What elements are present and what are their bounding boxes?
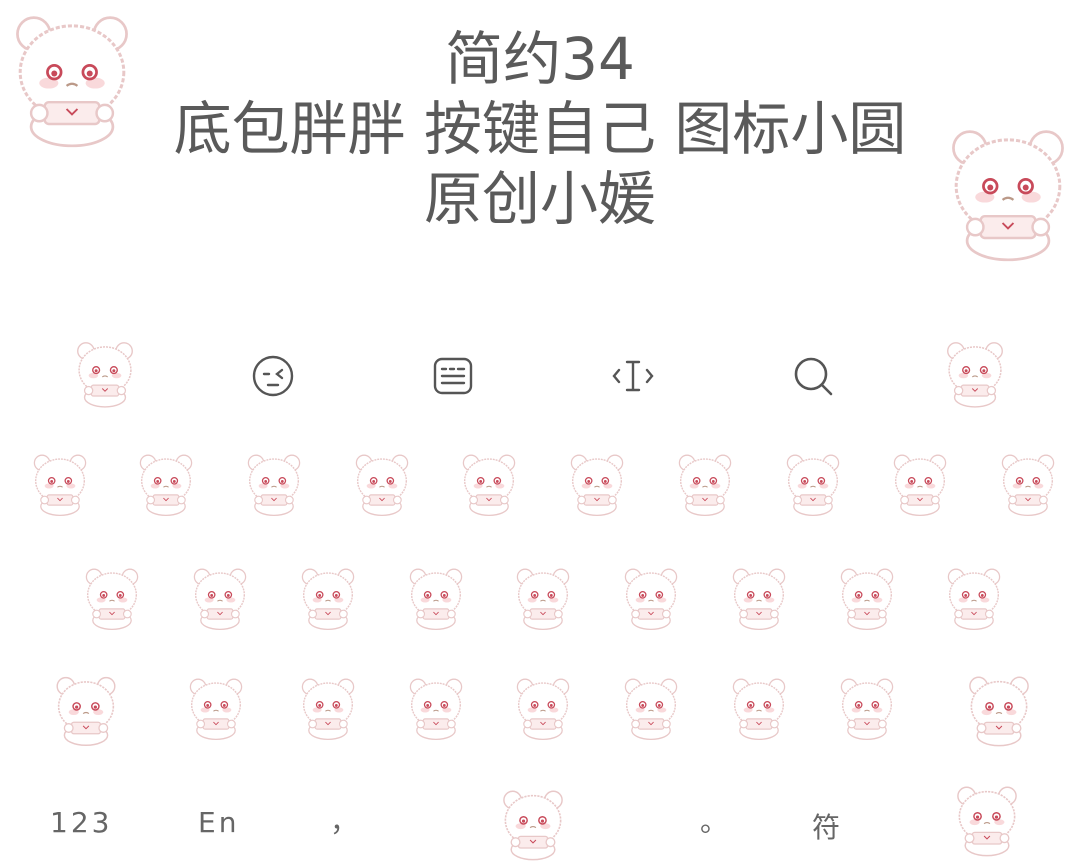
key-bear-icon[interactable] xyxy=(457,448,521,520)
key-bear-icon[interactable] xyxy=(888,448,952,520)
symbols-key[interactable]: 符 xyxy=(812,806,843,846)
language-key[interactable]: En xyxy=(198,806,239,839)
key-bear-icon[interactable] xyxy=(296,672,360,744)
key-bear-icon[interactable] xyxy=(942,562,1006,634)
theme-subtitle: 底包胖胖 按键自己 图标小圆 xyxy=(173,95,907,163)
key-bear-icon[interactable] xyxy=(565,448,629,520)
key-bear-icon[interactable] xyxy=(134,448,198,520)
key-bear-icon[interactable] xyxy=(781,448,845,520)
key-bear-icon[interactable] xyxy=(242,448,306,520)
key-bear-icon[interactable] xyxy=(619,672,683,744)
theme-author: 原创小媛 xyxy=(423,165,656,233)
key-bear-icon[interactable] xyxy=(835,562,899,634)
key-bear-icon[interactable] xyxy=(404,672,468,744)
key-bear-icon[interactable] xyxy=(727,562,791,634)
emoji-icon[interactable] xyxy=(249,352,297,400)
key-bear-icon[interactable] xyxy=(184,672,248,744)
theme-title: 简约34 xyxy=(445,25,635,93)
decor-bear-icon xyxy=(2,4,142,154)
search-icon[interactable] xyxy=(789,352,837,400)
toolbar-bear-icon[interactable] xyxy=(940,336,1010,411)
numbers-key[interactable]: 123 xyxy=(50,806,112,839)
key-bear-icon[interactable] xyxy=(673,448,737,520)
enter-bear-icon[interactable] xyxy=(950,780,1024,860)
key-bear-icon[interactable] xyxy=(619,562,683,634)
key-bear-icon[interactable] xyxy=(80,562,144,634)
key-bear-icon[interactable] xyxy=(511,562,575,634)
key-bear-icon[interactable] xyxy=(727,672,791,744)
shift-bear-icon[interactable] xyxy=(50,670,122,750)
period-key[interactable]: 。 xyxy=(700,800,731,840)
decor-bear-icon xyxy=(938,118,1078,268)
toolbar-bear-icon[interactable] xyxy=(70,336,140,411)
key-bear-icon[interactable] xyxy=(511,672,575,744)
key-bear-icon[interactable] xyxy=(835,672,899,744)
key-bear-icon[interactable] xyxy=(296,562,360,634)
text-cursor-icon[interactable] xyxy=(609,352,657,400)
keyboard-list-icon[interactable] xyxy=(429,352,477,400)
key-bear-icon[interactable] xyxy=(28,448,92,520)
key-bear-icon[interactable] xyxy=(188,562,252,634)
key-bear-icon[interactable] xyxy=(350,448,414,520)
key-bear-icon[interactable] xyxy=(996,448,1060,520)
space-bear-icon[interactable] xyxy=(488,784,578,864)
delete-bear-icon[interactable] xyxy=(962,670,1036,750)
key-bear-icon[interactable] xyxy=(404,562,468,634)
comma-key[interactable]: ， xyxy=(330,800,361,840)
